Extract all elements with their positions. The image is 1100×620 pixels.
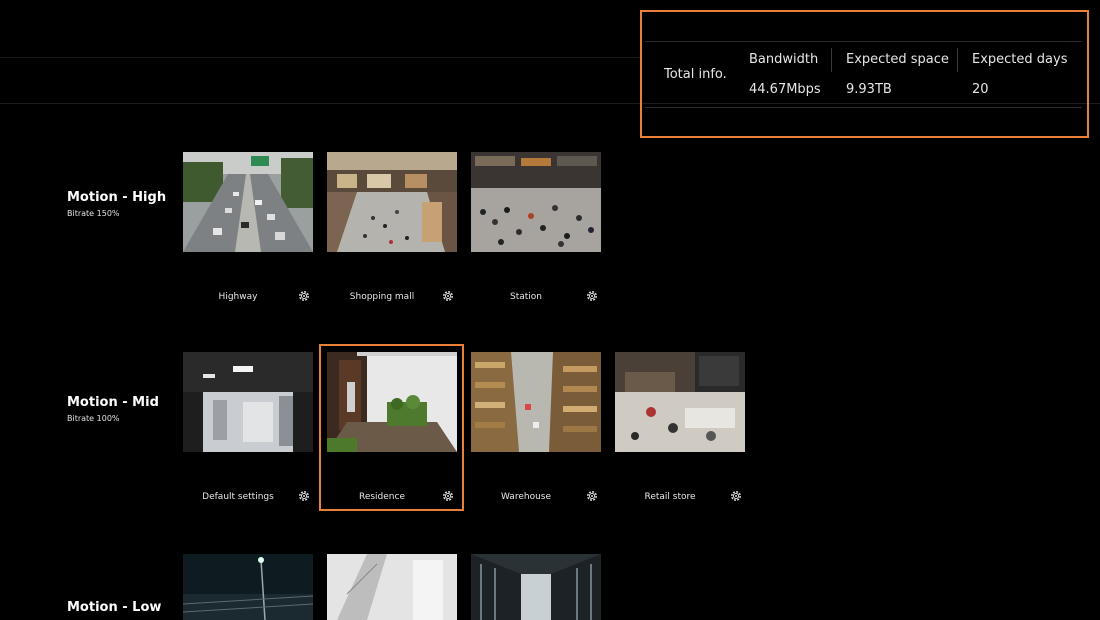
expected-space-header: Expected space <box>846 52 949 67</box>
default-settings-thumbnail[interactable] <box>183 352 313 452</box>
scene-name: Default settings <box>202 492 274 502</box>
top-divider <box>0 57 640 58</box>
total-info-panel: Total info. Bandwidth 44.67Mbps Expected… <box>640 10 1089 138</box>
expected-days-value: 20 <box>972 82 989 97</box>
motion-low-title: Motion - Low <box>67 600 162 615</box>
motion-mid-bitrate: Bitrate 100% <box>67 414 120 423</box>
warehouse-thumbnail[interactable] <box>471 352 601 452</box>
bandwidth-value: 44.67Mbps <box>749 82 821 97</box>
station-thumbnail[interactable] <box>471 152 601 252</box>
scene-thumbnail[interactable] <box>327 554 457 620</box>
motion-low-label: Motion - Low <box>67 600 161 615</box>
scene-thumbnail[interactable] <box>183 554 313 620</box>
shopping-mall-thumbnail[interactable] <box>327 152 457 252</box>
scene-name: Station <box>510 292 542 302</box>
motion-high-label: Motion - High Bitrate 150% <box>67 190 166 218</box>
bandwidth-header: Bandwidth <box>749 52 819 67</box>
gear-icon[interactable] <box>585 489 599 503</box>
gear-icon[interactable] <box>585 289 599 303</box>
column-divider <box>831 48 832 72</box>
gear-icon[interactable] <box>297 289 311 303</box>
motion-high-title: Motion - High <box>67 190 167 205</box>
gear-icon[interactable] <box>441 289 455 303</box>
total-info-title: Total info. <box>664 67 727 82</box>
gear-icon[interactable] <box>729 489 743 503</box>
motion-mid-label: Motion - Mid Bitrate 100% <box>67 395 159 423</box>
scene-name: Warehouse <box>500 492 552 502</box>
scene-thumbnail[interactable] <box>471 554 601 620</box>
highway-thumbnail[interactable] <box>183 152 313 252</box>
scene-name: Retail store <box>644 492 696 502</box>
retail-store-thumbnail[interactable] <box>615 352 745 452</box>
motion-mid-title: Motion - Mid <box>67 395 159 410</box>
total-info-table: Total info. Bandwidth 44.67Mbps Expected… <box>645 41 1082 108</box>
scene-name: Highway <box>218 292 258 302</box>
column-divider <box>957 48 958 72</box>
expected-space-value: 9.93TB <box>846 82 892 97</box>
gear-icon[interactable] <box>297 489 311 503</box>
expected-days-header: Expected days <box>972 52 1068 67</box>
scene-name: Shopping mall <box>349 292 415 302</box>
selected-scene-highlight <box>319 344 464 511</box>
motion-high-bitrate: Bitrate 150% <box>67 209 120 218</box>
